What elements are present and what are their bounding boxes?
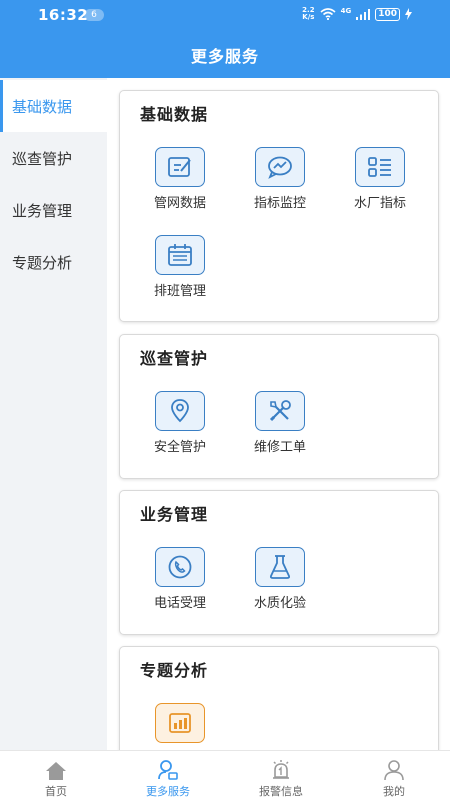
phone-icon bbox=[155, 547, 205, 587]
service-icon bbox=[158, 760, 178, 780]
page-title: 更多服务 bbox=[190, 47, 259, 66]
notification-badge: 6 bbox=[84, 9, 104, 21]
user-icon bbox=[384, 760, 404, 781]
service-item-phone-intake[interactable]: 电话受理 bbox=[130, 547, 230, 611]
section-card-inspection: 巡查管护 安全管护 维修工单 bbox=[119, 334, 439, 479]
service-item-schedule[interactable]: 排班管理 bbox=[130, 235, 230, 299]
status-bar: 16:32 6 2.2 K/s 4G 100 bbox=[0, 0, 450, 30]
tab-home[interactable]: 首页 bbox=[0, 751, 112, 800]
service-item-water-test[interactable]: 水质化验 bbox=[230, 547, 330, 611]
tools-icon bbox=[255, 391, 305, 431]
section-card-analysis: 专题分析 bbox=[119, 646, 439, 750]
service-content: 基础数据 管网数据 指标监控 水厂指标 排班管理 巡查管护 安全管护 维修工单 … bbox=[107, 78, 450, 750]
network-speed: 2.2 K/s bbox=[302, 6, 315, 21]
wifi-icon bbox=[320, 8, 336, 20]
sidebar-item-analysis[interactable]: 专题分析 bbox=[0, 236, 107, 288]
section-title: 业务管理 bbox=[140, 505, 209, 524]
chart-bubble-icon bbox=[255, 147, 305, 187]
tab-mine[interactable]: 我的 bbox=[338, 751, 450, 800]
bar-chart-icon bbox=[155, 703, 205, 743]
location-pin-icon bbox=[155, 391, 205, 431]
grid-list-icon bbox=[355, 147, 405, 187]
service-item-safety[interactable]: 安全管护 bbox=[130, 391, 230, 455]
service-item-metric-monitor[interactable]: 指标监控 bbox=[230, 147, 330, 211]
signal-icon bbox=[356, 8, 371, 20]
sidebar-item-inspection[interactable]: 巡查管护 bbox=[0, 132, 107, 184]
network-type: 4G bbox=[340, 7, 352, 15]
service-item-pipe-network[interactable]: 管网数据 bbox=[130, 147, 230, 211]
service-item-plant-metrics[interactable]: 水厂指标 bbox=[330, 147, 430, 211]
sidebar-item-business[interactable]: 业务管理 bbox=[0, 184, 107, 236]
tab-alarm-info[interactable]: 报警信息 bbox=[225, 751, 337, 800]
section-title: 专题分析 bbox=[140, 661, 209, 680]
section-card-business: 业务管理 电话受理 水质化验 bbox=[119, 490, 439, 635]
service-item-repair-order[interactable]: 维修工单 bbox=[230, 391, 330, 455]
flask-icon bbox=[255, 547, 305, 587]
status-time: 16:32 bbox=[38, 6, 89, 24]
battery-indicator: 100 bbox=[375, 7, 400, 21]
tab-more-services[interactable]: 更多服务 bbox=[112, 751, 224, 800]
app-header: 16:32 6 2.2 K/s 4G 100 更多服务 bbox=[0, 0, 450, 78]
section-card-basic-data: 基础数据 管网数据 指标监控 水厂指标 排班管理 bbox=[119, 90, 439, 322]
home-icon bbox=[46, 762, 66, 780]
service-item-analysis[interactable] bbox=[130, 703, 230, 748]
category-sidebar: 基础数据 巡查管护 业务管理 专题分析 bbox=[0, 78, 107, 750]
edit-icon bbox=[155, 147, 205, 187]
alarm-icon bbox=[273, 760, 289, 779]
section-title: 基础数据 bbox=[140, 105, 209, 124]
sidebar-item-basic-data[interactable]: 基础数据 bbox=[0, 80, 107, 132]
section-title: 巡查管护 bbox=[140, 349, 209, 368]
bottom-tab-bar: 首页 更多服务 报警信息 我的 bbox=[0, 750, 450, 800]
calendar-icon bbox=[155, 235, 205, 275]
status-indicators: 2.2 K/s 4G 100 bbox=[302, 7, 412, 21]
charging-icon bbox=[405, 8, 412, 20]
